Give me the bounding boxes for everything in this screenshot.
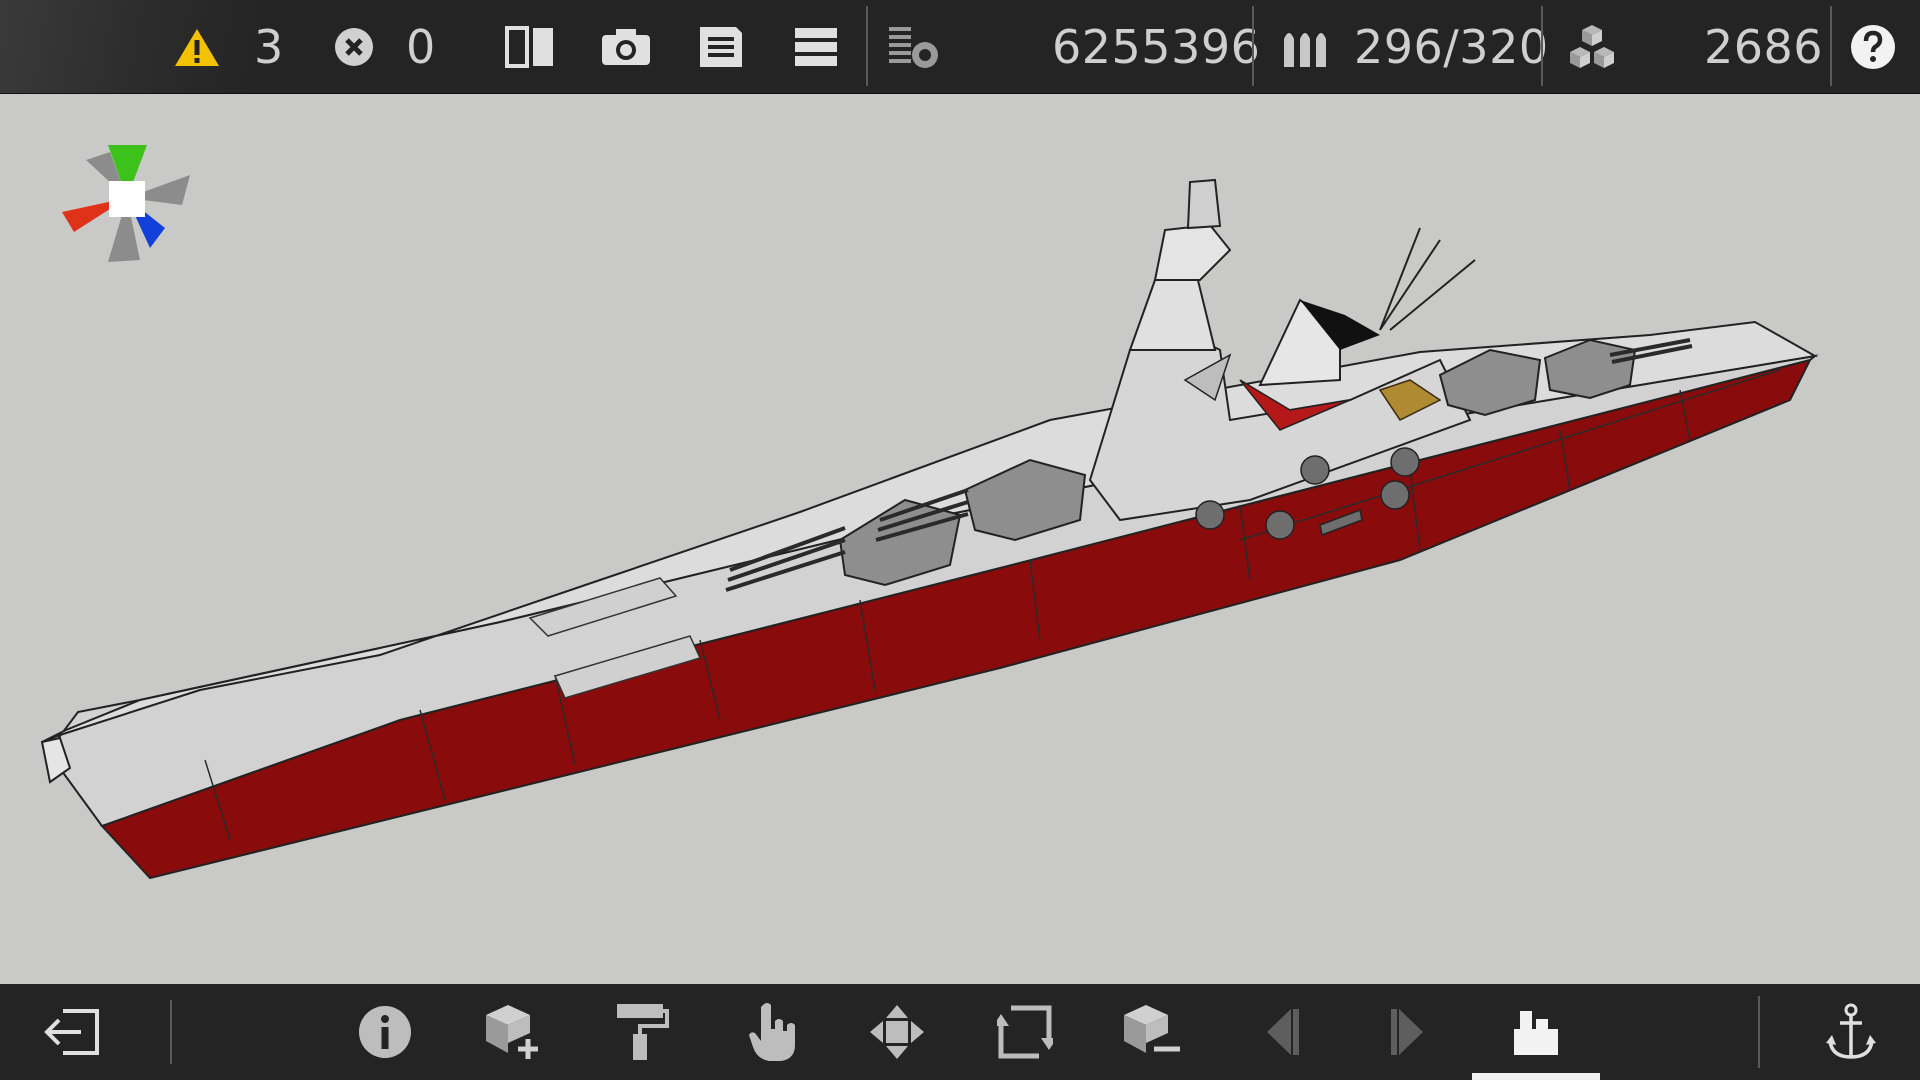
toolbar-divider <box>866 6 868 86</box>
paint-roller-icon[interactable] <box>586 984 696 1080</box>
top-toolbar: 3 0 6255396 296/320 2686 <box>0 0 1920 94</box>
ammo-shells-icon <box>1278 0 1334 93</box>
menu-list-icon[interactable] <box>790 0 842 93</box>
toolbar-divider <box>1758 996 1760 1068</box>
toolbar-divider <box>1252 6 1254 86</box>
ammo-counter: 296/320 <box>1354 19 1549 74</box>
blocks-counter: 2686 <box>1704 19 1824 74</box>
remove-block-icon[interactable] <box>1096 984 1206 1080</box>
error-icon[interactable] <box>332 0 376 93</box>
anchor-icon[interactable] <box>1796 984 1906 1080</box>
hull-waterline <box>100 358 1812 880</box>
save-file-icon[interactable] <box>695 0 747 93</box>
undo-icon[interactable] <box>1226 984 1336 1080</box>
info-icon[interactable] <box>330 984 440 1080</box>
rotate-frame-icon[interactable] <box>970 984 1080 1080</box>
bottom-toolbar <box>0 984 1920 1080</box>
select-hand-icon[interactable] <box>716 984 826 1080</box>
orientation-gizmo[interactable] <box>62 145 190 262</box>
help-icon[interactable] <box>1848 0 1898 93</box>
warning-icon[interactable] <box>172 0 222 93</box>
3d-viewport[interactable] <box>0 94 1920 984</box>
camera-icon[interactable] <box>598 0 654 93</box>
redo-icon[interactable] <box>1354 984 1464 1080</box>
toolbar-divider <box>1541 6 1543 86</box>
warning-count: 3 <box>254 19 284 74</box>
build-mode-icon[interactable] <box>1481 984 1591 1080</box>
exit-icon[interactable] <box>16 984 126 1080</box>
points-counter: 6255396 <box>1052 19 1261 74</box>
move-arrows-icon[interactable] <box>842 984 952 1080</box>
blocks-cubes-icon <box>1564 0 1620 93</box>
toolbar-divider <box>1830 6 1832 86</box>
active-tool-indicator <box>1472 1073 1600 1080</box>
layers-settings-icon[interactable] <box>886 0 942 93</box>
mirror-split-icon[interactable] <box>502 0 558 93</box>
ship-model[interactable] <box>0 94 1920 984</box>
add-block-icon[interactable] <box>458 984 568 1080</box>
error-count: 0 <box>406 19 436 74</box>
toolbar-divider <box>170 1000 172 1064</box>
